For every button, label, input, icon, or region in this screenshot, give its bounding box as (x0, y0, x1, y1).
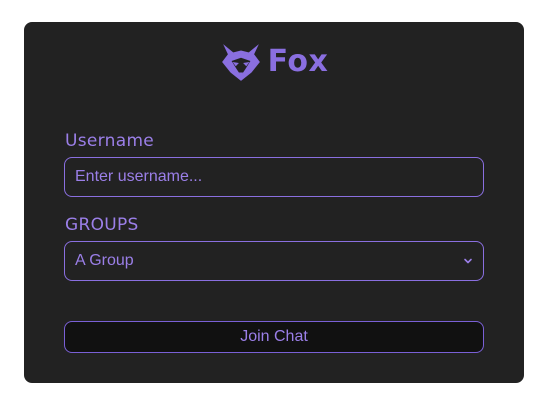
brand-header: Fox (24, 40, 524, 84)
chevron-down-icon (464, 258, 472, 264)
join-chat-button[interactable]: Join Chat (64, 321, 484, 353)
fox-head-icon (221, 44, 260, 81)
group-select[interactable]: A Group (64, 241, 484, 281)
username-label: Username (65, 131, 155, 151)
brand-name: Fox (267, 44, 329, 79)
username-input[interactable] (64, 157, 484, 197)
group-select-value: A Group (75, 252, 134, 269)
login-card: Fox Username GROUPS A Group Join Chat (24, 22, 524, 383)
groups-label: GROUPS (65, 215, 139, 235)
